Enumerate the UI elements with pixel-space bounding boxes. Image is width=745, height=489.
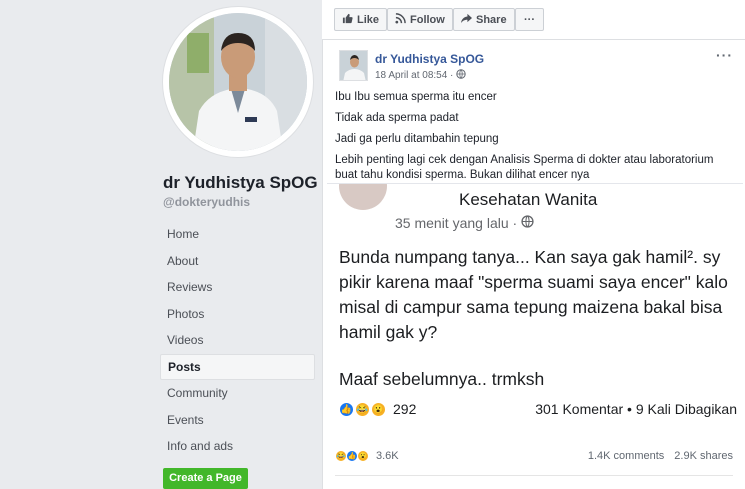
- post-line: Tidak ada sperma padat: [335, 112, 459, 124]
- page-handle[interactable]: @dokteryudhis: [163, 195, 250, 209]
- embedded-group-name: Kesehatan Wanita: [459, 190, 598, 209]
- nav-item-events[interactable]: Events: [160, 407, 315, 434]
- haha-reaction-icon: 😂: [355, 401, 370, 417]
- nav-item-community[interactable]: Community: [160, 380, 315, 407]
- page-nav: Home About Reviews Photos Videos Posts C…: [160, 221, 315, 460]
- wow-reaction-icon: 😮: [371, 401, 386, 417]
- embedded-avatar: [339, 184, 387, 210]
- post-text: Ibu Ibu semua sperma itu encer Tidak ada…: [335, 90, 735, 183]
- post-options-icon[interactable]: ···: [716, 47, 733, 63]
- thumbs-up-icon: [342, 13, 353, 27]
- post-author-avatar[interactable]: [339, 50, 368, 81]
- embedded-footer: 👍 😂 😮 292 301 Komentar • 9 Kali Dibagika…: [339, 401, 737, 417]
- post-meta: 18 April at 08:54 ·: [375, 69, 467, 82]
- nav-item-posts[interactable]: Posts: [160, 353, 315, 380]
- create-page-button[interactable]: Create a Page: [163, 468, 248, 489]
- share-arrow-icon: [461, 13, 472, 27]
- more-options-button[interactable]: ···: [515, 8, 544, 31]
- like-label: Like: [357, 13, 380, 26]
- embedded-reactions: 👍 😂 😮 292: [339, 401, 416, 417]
- more-dots-icon: ···: [524, 13, 535, 26]
- post-image[interactable]: Kesehatan Wanita 35 menit yang lalu · Bu…: [327, 183, 743, 433]
- post-divider: [335, 475, 733, 476]
- profile-picture-frame[interactable]: [162, 6, 314, 158]
- like-button[interactable]: Like: [334, 8, 388, 31]
- share-count-link[interactable]: 2.9K shares: [674, 450, 733, 462]
- page-action-bar: Like Follow Share ···: [322, 0, 745, 40]
- nav-item-reviews[interactable]: Reviews: [160, 274, 315, 301]
- embedded-globe-icon: [521, 215, 534, 231]
- nav-item-videos[interactable]: Videos: [160, 327, 315, 354]
- share-label: Share: [476, 13, 507, 26]
- post-line: Ibu Ibu semua sperma itu encer: [335, 91, 497, 103]
- page-title[interactable]: dr Yudhistya SpOG: [163, 173, 318, 193]
- reaction-count: 3.6K: [376, 450, 399, 462]
- embedded-question: Bunda numpang tanya... Kan saya gak hami…: [339, 247, 728, 342]
- nav-item-info-and-ads[interactable]: Info and ads: [160, 433, 315, 460]
- globe-icon: [456, 69, 467, 82]
- embedded-reaction-count: 292: [393, 401, 417, 417]
- embedded-post-text: Bunda numpang tanya... Kan saya gak hami…: [339, 245, 739, 414]
- post-card: dr Yudhistya SpOG 18 April at 08:54 · ··…: [322, 40, 745, 489]
- like-reaction-icon: 👍: [339, 401, 354, 417]
- follow-label: Follow: [410, 13, 445, 26]
- share-button[interactable]: Share: [453, 8, 515, 31]
- post-stats: 😂 👍 😮 3.6K 1.4K comments 2.9K shares: [335, 450, 733, 462]
- comment-count-link[interactable]: 1.4K comments: [588, 450, 664, 462]
- embedded-comments-shares: 301 Komentar • 9 Kali Dibagikan: [535, 401, 737, 417]
- reaction-summary[interactable]: 😂 👍 😮 3.6K: [335, 450, 399, 462]
- page-sidebar: dr Yudhistya SpOG @dokteryudhis Home Abo…: [0, 0, 322, 489]
- post-author-name[interactable]: dr Yudhistya SpOG: [375, 52, 484, 66]
- wow-reaction-icon: 😮: [357, 450, 369, 462]
- post-line: Lebih penting lagi cek dengan Analisis S…: [335, 154, 714, 181]
- profile-picture[interactable]: [169, 13, 307, 151]
- rss-icon: [395, 12, 406, 27]
- nav-item-photos[interactable]: Photos: [160, 301, 315, 328]
- nav-item-about[interactable]: About: [160, 248, 315, 275]
- embedded-closing: Maaf sebelumnya.. trmksh: [339, 369, 545, 389]
- post-line: Jadi ga perlu ditambahin tepung: [335, 133, 499, 145]
- follow-button[interactable]: Follow: [387, 8, 453, 31]
- nav-item-home[interactable]: Home: [160, 221, 315, 248]
- embedded-time-text: 35 menit yang lalu ·: [395, 215, 518, 231]
- post-timestamp[interactable]: 18 April at 08:54 ·: [375, 70, 453, 81]
- embedded-time: 35 menit yang lalu ·: [395, 215, 534, 231]
